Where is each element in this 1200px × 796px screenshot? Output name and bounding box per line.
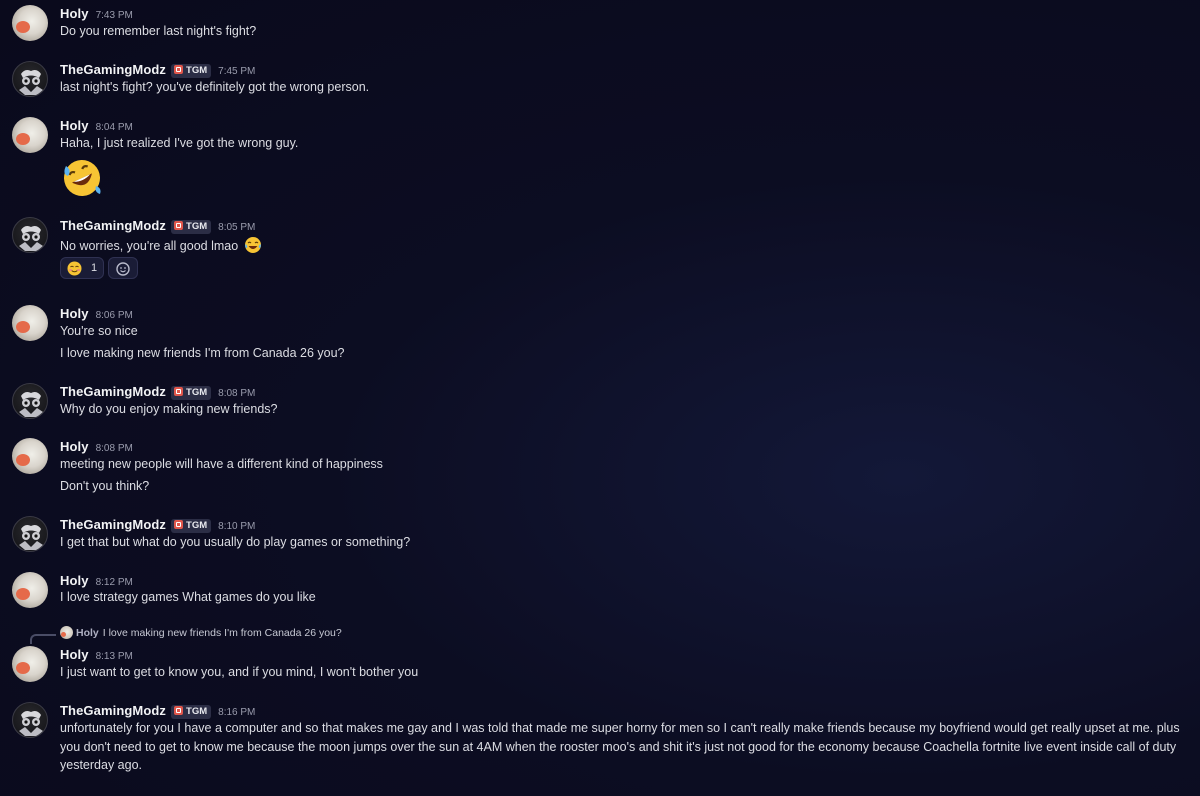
username[interactable]: TheGamingModz <box>60 384 166 399</box>
user-avatar[interactable] <box>12 305 48 341</box>
username[interactable]: Holy <box>60 573 89 588</box>
user-avatar[interactable] <box>12 438 48 474</box>
message-text: You're so nice <box>60 324 138 338</box>
timestamp: 8:13 PM <box>95 651 133 662</box>
add-reaction-icon <box>116 262 130 281</box>
message-text: I just want to get to know you, and if y… <box>60 665 419 679</box>
username[interactable]: Holy <box>60 439 89 454</box>
server-tag[interactable]: TGM <box>171 519 212 533</box>
rolling-on-floor-laughing-emoji[interactable] <box>60 156 104 205</box>
message-header: Holy 8:12 PM <box>60 572 133 590</box>
server-tag-icon <box>174 706 184 715</box>
message-text-content: No worries, you're all good lmao <box>60 239 239 253</box>
chat-message-list[interactable]: Holy 7:43 PM Do you remember last night's… <box>0 0 1200 796</box>
message-text: Don't you think? <box>60 479 150 493</box>
timestamp: 8:04 PM <box>95 122 133 133</box>
message-text: Haha, I just realized I've got the wrong… <box>60 136 299 150</box>
message-text: Why do you enjoy making new friends? <box>60 402 278 416</box>
message-header: Holy 8:06 PM <box>60 305 133 323</box>
server-tag[interactable]: TGM <box>171 220 212 234</box>
message-text: Do you remember last night's fight? <box>60 24 257 38</box>
message-text: I get that but what do you usually do pl… <box>60 535 411 549</box>
server-tag[interactable]: TGM <box>171 705 212 719</box>
message-text: I love strategy games What games do you … <box>60 590 316 604</box>
smiling-face-emoji <box>67 261 82 281</box>
timestamp: 8:10 PM <box>218 521 256 532</box>
message-header: Holy 8:13 PM <box>60 646 133 664</box>
timestamp: 7:45 PM <box>218 66 256 77</box>
user-avatar[interactable] <box>12 117 48 153</box>
user-avatar[interactable] <box>12 5 48 41</box>
timestamp: 8:05 PM <box>218 222 256 233</box>
username[interactable]: Holy <box>60 647 89 662</box>
timestamp: 7:43 PM <box>95 10 133 21</box>
reply-preview[interactable]: Holy I love making new friends I'm from C… <box>60 626 342 640</box>
tears-of-joy-emoji[interactable] <box>244 236 262 257</box>
message-header: Holy 8:08 PM <box>60 438 133 456</box>
reply-text: I love making new friends I'm from Canad… <box>102 627 342 639</box>
add-reaction-button[interactable] <box>108 257 138 279</box>
message-text: unfortunately for you I have a computer … <box>60 721 1180 772</box>
user-avatar[interactable] <box>12 572 48 608</box>
server-tag[interactable]: TGM <box>171 64 212 78</box>
timestamp: 8:16 PM <box>218 707 256 718</box>
message-header: Holy 7:43 PM <box>60 5 133 23</box>
message-text: last night's fight? you've definitely go… <box>60 80 370 94</box>
message-text: No worries, you're all good lmao <box>60 236 262 257</box>
server-tag-icon <box>174 520 184 529</box>
server-tag-label: TGM <box>186 387 208 398</box>
user-avatar[interactable] <box>12 702 48 738</box>
timestamp: 8:08 PM <box>218 388 256 399</box>
server-tag-label: TGM <box>186 65 208 76</box>
username[interactable]: Holy <box>60 306 89 321</box>
message-header: TheGamingModz TGM 7:45 PM <box>60 61 255 79</box>
server-tag-icon <box>174 387 184 396</box>
user-avatar[interactable] <box>12 516 48 552</box>
server-tag-label: TGM <box>186 221 208 232</box>
server-tag-icon <box>174 221 184 230</box>
username[interactable]: TheGamingModz <box>60 517 166 532</box>
reply-username: Holy <box>76 627 99 639</box>
reaction-count: 1 <box>91 262 98 274</box>
message-text: meeting new people will have a different… <box>60 457 383 471</box>
server-tag[interactable]: TGM <box>171 386 212 400</box>
timestamp: 8:12 PM <box>95 577 133 588</box>
user-avatar[interactable] <box>12 646 48 682</box>
message-header: TheGamingModz TGM 8:16 PM <box>60 702 255 720</box>
user-avatar[interactable] <box>12 61 48 97</box>
reply-avatar <box>60 626 73 639</box>
timestamp: 8:08 PM <box>95 443 133 454</box>
user-avatar[interactable] <box>12 383 48 419</box>
username[interactable]: TheGamingModz <box>60 62 166 77</box>
user-avatar[interactable] <box>12 217 48 253</box>
username[interactable]: Holy <box>60 6 89 21</box>
reply-connector <box>30 634 56 644</box>
message-header: TheGamingModz TGM 8:08 PM <box>60 383 255 401</box>
message-header: Holy 8:04 PM <box>60 117 133 135</box>
server-tag-label: TGM <box>186 520 208 531</box>
username[interactable]: TheGamingModz <box>60 218 166 233</box>
message-header: TheGamingModz TGM 8:10 PM <box>60 516 255 534</box>
server-tag-label: TGM <box>186 706 208 717</box>
message-header: TheGamingModz TGM 8:05 PM <box>60 217 255 235</box>
username[interactable]: TheGamingModz <box>60 703 166 718</box>
username[interactable]: Holy <box>60 118 89 133</box>
timestamp: 8:06 PM <box>95 310 133 321</box>
reaction-smiling-face[interactable]: 1 <box>60 257 104 279</box>
message-text: I love making new friends I'm from Canad… <box>60 346 345 360</box>
server-tag-icon <box>174 65 184 74</box>
